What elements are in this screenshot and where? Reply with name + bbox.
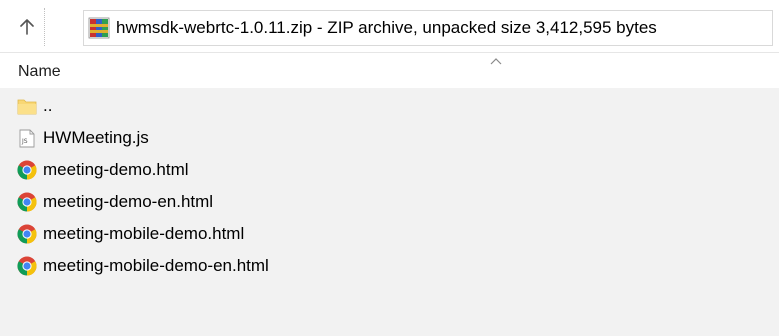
column-header-name[interactable]: Name — [18, 63, 61, 81]
list-item-label: meeting-demo-en.html — [43, 192, 214, 211]
archive-path-text: hwmsdk-webrtc-1.0.11.zip - ZIP archive, … — [116, 18, 657, 37]
column-header-row: Name — [0, 52, 779, 89]
list-item-parent-folder[interactable]: .. — [0, 90, 779, 122]
chrome-html-icon — [17, 256, 37, 276]
list-item-file[interactable]: meeting-mobile-demo-en.html — [0, 250, 779, 282]
chrome-html-icon — [17, 224, 37, 244]
chrome-html-icon — [17, 192, 37, 212]
up-arrow-icon — [20, 19, 34, 35]
list-item-label: HWMeeting.js — [43, 128, 149, 147]
js-file-icon: JS — [17, 128, 37, 148]
list-item-file[interactable]: JS HWMeeting.js — [0, 122, 779, 154]
up-folder-button[interactable] — [10, 8, 45, 46]
list-item-file[interactable]: meeting-demo-en.html — [0, 186, 779, 218]
archive-window: hwmsdk-webrtc-1.0.11.zip - ZIP archive, … — [0, 0, 779, 336]
list-item-label: meeting-mobile-demo-en.html — [43, 256, 269, 275]
file-list: .. JS HWMeeting.js meeting-demo.html mee… — [0, 88, 779, 336]
list-item-label: meeting-mobile-demo.html — [43, 224, 245, 243]
folder-icon — [17, 96, 37, 116]
chrome-html-icon — [17, 160, 37, 180]
list-item-label: .. — [43, 96, 53, 115]
svg-text:JS: JS — [21, 138, 28, 145]
sort-ascending-chevron-icon — [490, 58, 502, 65]
toolbar: hwmsdk-webrtc-1.0.11.zip - ZIP archive, … — [0, 0, 779, 50]
list-item-file[interactable]: meeting-mobile-demo.html — [0, 218, 779, 250]
address-bar[interactable]: hwmsdk-webrtc-1.0.11.zip - ZIP archive, … — [83, 10, 773, 46]
list-item-file[interactable]: meeting-demo.html — [0, 154, 779, 186]
winrar-archive-icon — [88, 17, 110, 39]
list-item-label: meeting-demo.html — [43, 160, 189, 179]
